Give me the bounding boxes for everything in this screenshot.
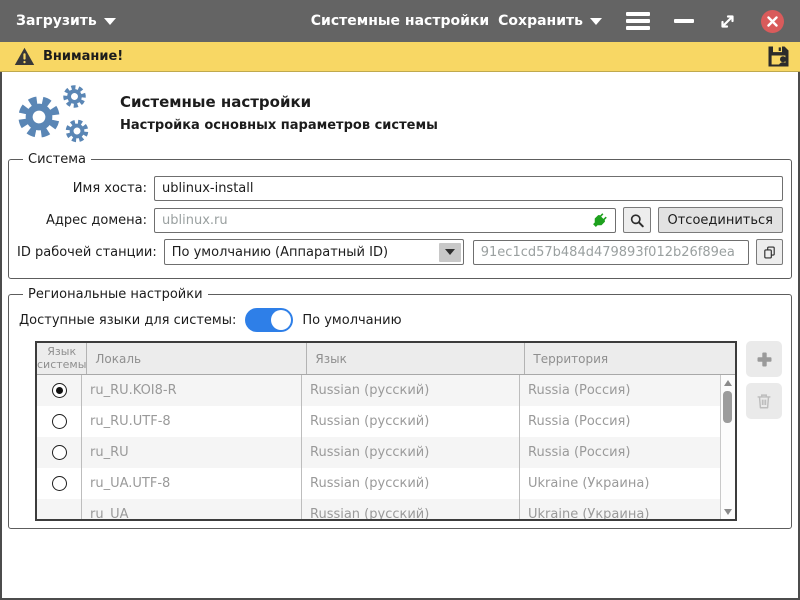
locale-radio[interactable] (52, 476, 67, 491)
locale-radio[interactable] (52, 414, 67, 429)
locales-table-header: Язык системы Локаль Язык Территория (37, 343, 735, 375)
language-cell: Russian (русский) (302, 437, 520, 468)
column-header-system-language[interactable]: Язык системы (37, 343, 87, 374)
regional-section: Региональные настройки Доступные языки д… (8, 287, 792, 529)
locale-radio-cell[interactable] (37, 375, 82, 406)
table-row[interactable]: ru_RU.UTF-8Russian (русский)Russia (Росс… (37, 406, 735, 437)
warning-triangle-icon (14, 47, 35, 66)
close-icon[interactable] (761, 10, 784, 33)
locale-cell: ru_RU (82, 437, 302, 468)
territory-cell: Ukraine (Украина) (520, 468, 720, 499)
scroll-up-icon[interactable] (721, 376, 735, 389)
copy-id-button[interactable] (756, 239, 783, 265)
table-row[interactable]: ru_UARussian (русский)Ukraine (Украина) (37, 499, 735, 521)
page-header: Системные настройки Настройка основных п… (6, 74, 794, 152)
system-section-legend: Система (23, 152, 91, 167)
select-dropdown-icon[interactable] (439, 243, 461, 262)
plus-icon (756, 351, 773, 368)
titlebar: Загрузить Системные настройки Сохранить (0, 0, 800, 42)
languages-toggle-row: Доступные языки для системы: По умолчани… (19, 308, 783, 332)
add-locale-button[interactable] (746, 341, 782, 377)
locale-radio-cell[interactable] (37, 437, 82, 468)
titlebar-controls: Сохранить (498, 10, 784, 33)
warning-bar: Внимание! (0, 42, 800, 72)
regional-section-legend: Региональные настройки (23, 287, 208, 302)
locale-cell: ru_UA.UTF-8 (82, 468, 302, 499)
domain-input[interactable] (154, 208, 616, 233)
locale-radio[interactable] (52, 383, 67, 398)
language-cell: Russian (русский) (302, 406, 520, 437)
scrollbar-thumb[interactable] (723, 391, 732, 423)
toggle-knob (271, 310, 291, 330)
main-content: Системные настройки Настройка основных п… (0, 72, 800, 600)
table-row[interactable]: ru_RURussian (русский)Russia (Россия) (37, 437, 735, 468)
maximize-icon[interactable] (718, 12, 737, 31)
gears-icon (12, 82, 100, 144)
trash-icon (755, 392, 773, 410)
column-header-language[interactable]: Язык (307, 343, 525, 374)
locale-radio-cell[interactable] (37, 499, 82, 521)
languages-toggle-switch[interactable] (245, 308, 293, 332)
locale-radio-cell[interactable] (37, 406, 82, 437)
locale-cell: ru_UA (82, 499, 302, 521)
column-header-territory[interactable]: Территория (525, 343, 735, 374)
table-action-buttons (746, 341, 782, 419)
locales-table: Язык системы Локаль Язык Территория ru_R… (35, 341, 737, 521)
locale-table-body: ru_RU.KOI8-RRussian (русский)Russia (Рос… (37, 375, 735, 521)
copy-icon (763, 244, 776, 261)
locale-cell: ru_RU.UTF-8 (82, 406, 302, 437)
language-cell: Russian (русский) (302, 375, 520, 406)
scroll-down-icon[interactable] (721, 505, 735, 518)
workstation-id-mode-select[interactable]: По умолчанию (Аппаратный ID) (164, 239, 464, 265)
workstation-id-label: ID рабочей станции: (17, 245, 157, 260)
table-row[interactable]: ru_RU.KOI8-RRussian (русский)Russia (Рос… (37, 375, 735, 406)
domain-input-wrap (154, 208, 616, 233)
territory-cell: Ukraine (Украина) (520, 499, 720, 521)
system-section: Система Имя хоста: Адрес домена: (8, 152, 792, 279)
table-row[interactable]: ru_UA.UTF-8Russian (русский)Ukraine (Укр… (37, 468, 735, 499)
territory-cell: Russia (Россия) (520, 437, 720, 468)
workstation-id-row: ID рабочей станции: По умолчанию (Аппара… (17, 239, 783, 265)
locales-table-zone: Язык системы Локаль Язык Территория ru_R… (17, 341, 783, 521)
empty-area (6, 537, 794, 598)
hamburger-menu-icon[interactable] (626, 12, 650, 30)
language-cell: Russian (русский) (302, 468, 520, 499)
save-menu-label: Сохранить (498, 13, 583, 29)
search-icon (630, 212, 644, 229)
language-cell: Russian (русский) (302, 499, 520, 521)
workstation-id-input[interactable] (473, 240, 749, 265)
languages-toggle-label: Доступные языки для системы: (19, 313, 236, 328)
domain-search-button[interactable] (623, 207, 651, 233)
disconnect-button[interactable]: Отсоединиться (658, 207, 784, 233)
domain-row: Адрес домена: Отсоединиться (17, 207, 783, 233)
hostname-label: Имя хоста: (17, 181, 147, 196)
column-header-locale[interactable]: Локаль (87, 343, 307, 374)
delete-locale-button[interactable] (746, 383, 782, 419)
page-title: Системные настройки (120, 93, 438, 111)
hostname-row: Имя хоста: (17, 176, 783, 201)
languages-toggle-state: По умолчанию (302, 313, 401, 328)
locale-cell: ru_RU.KOI8-R (82, 375, 302, 406)
territory-cell: Russia (Россия) (520, 375, 720, 406)
locale-radio-cell[interactable] (37, 468, 82, 499)
warning-message: Внимание! (43, 49, 123, 64)
workstation-id-mode-value: По умолчанию (Аппаратный ID) (165, 245, 439, 260)
page-subtitle: Настройка основных параметров системы (120, 118, 438, 133)
hostname-input[interactable] (154, 176, 783, 201)
load-menu-label: Загрузить (16, 13, 97, 29)
territory-cell: Russia (Россия) (520, 406, 720, 437)
chevron-down-icon (590, 18, 602, 25)
load-menu-button[interactable]: Загрузить (16, 13, 116, 29)
chevron-down-icon (104, 18, 116, 25)
table-scrollbar[interactable] (720, 375, 735, 519)
minimize-icon[interactable] (674, 19, 694, 23)
domain-label: Адрес домена: (17, 213, 147, 228)
save-floppy-icon[interactable] (767, 45, 790, 68)
save-menu-button[interactable]: Сохранить (498, 13, 602, 29)
locale-radio[interactable] (52, 445, 67, 460)
app-window: Загрузить Системные настройки Сохранить (0, 0, 800, 600)
